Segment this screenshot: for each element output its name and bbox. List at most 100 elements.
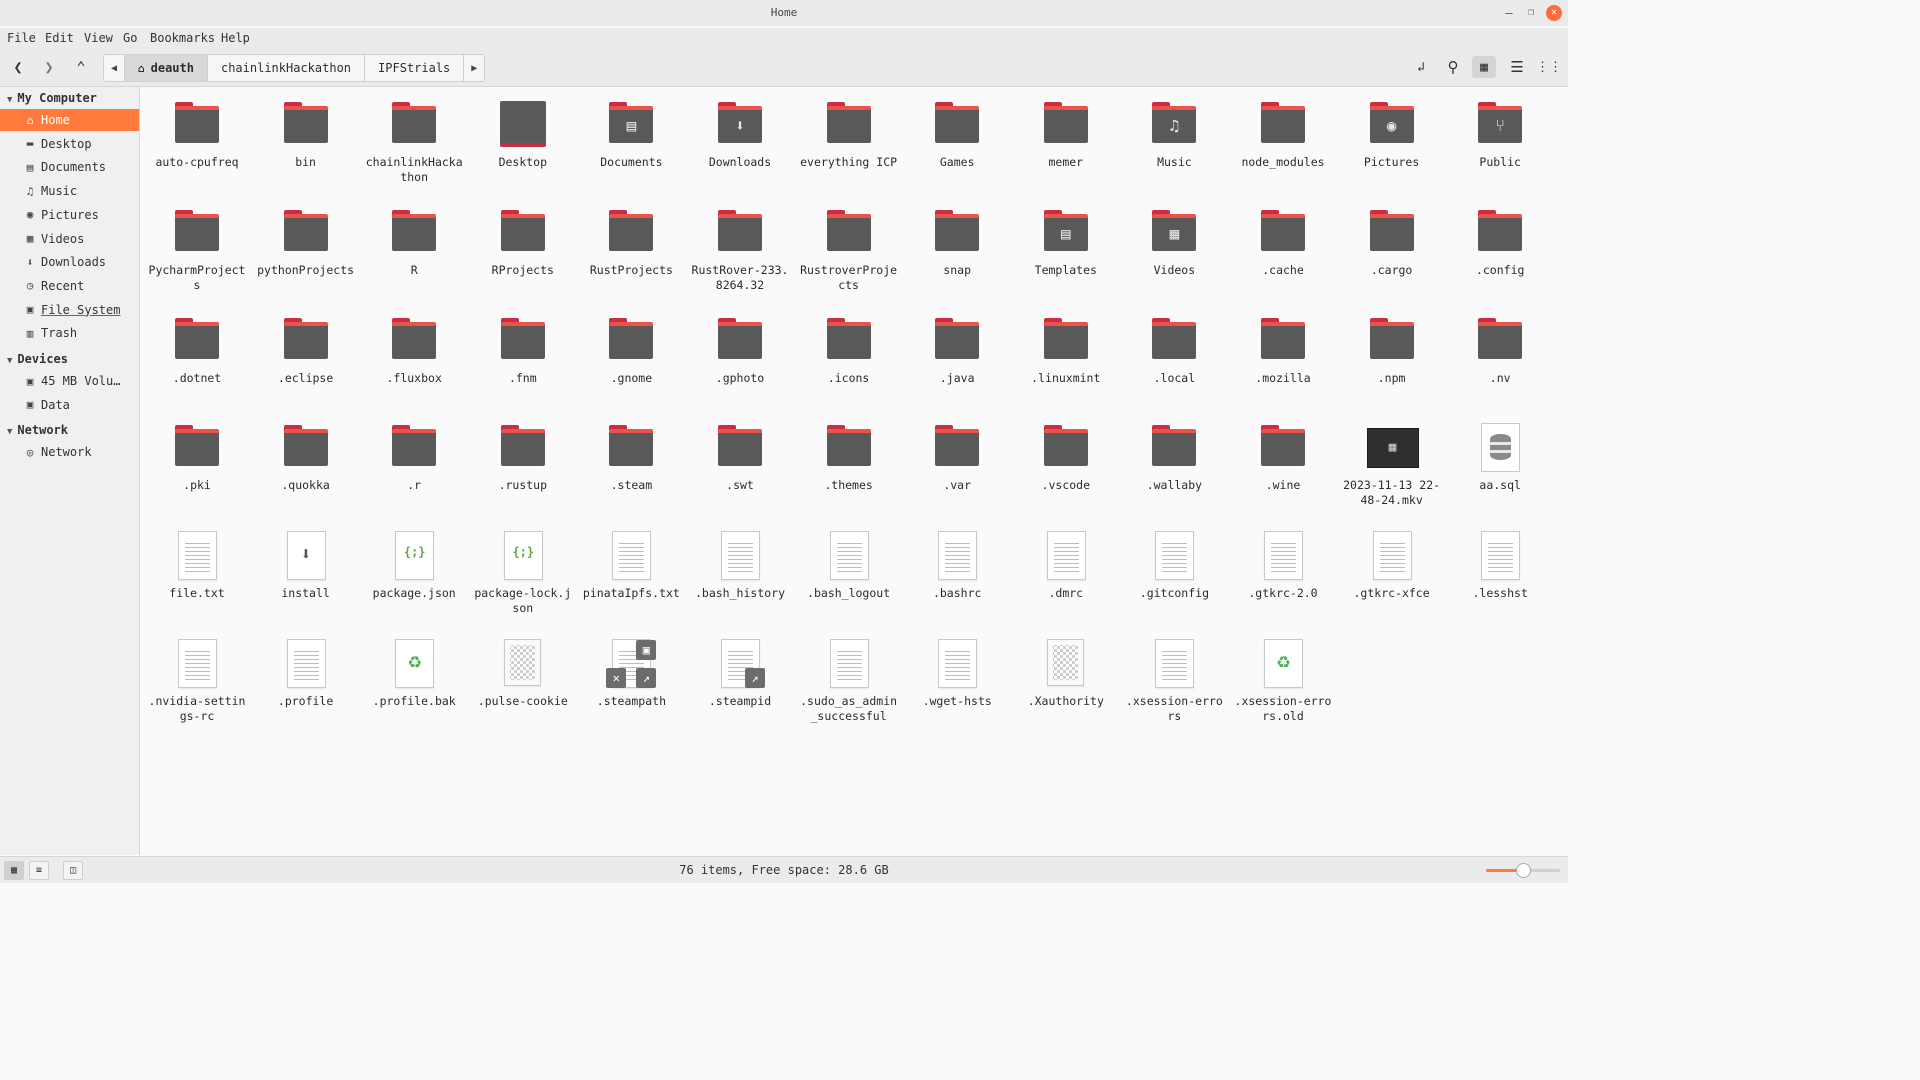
file-item-wine[interactable]: .wine: [1233, 422, 1333, 493]
file-item-xauthority[interactable]: .Xauthority: [1016, 638, 1116, 709]
file-item-swt[interactable]: .swt: [690, 422, 790, 493]
file-item-mozilla[interactable]: .mozilla: [1233, 315, 1333, 386]
file-item-profile[interactable]: .profile: [256, 638, 356, 709]
compact-view-icon[interactable]: ⋮⋮: [1536, 56, 1562, 78]
file-item-cache[interactable]: .cache: [1233, 207, 1333, 278]
file-item-chainlinkhackathon[interactable]: chainlinkHackathon: [364, 99, 464, 185]
sidebar-item-downloads[interactable]: ⬇ Downloads: [0, 251, 139, 273]
file-item-package-lock-json[interactable]: {;} package-lock.json: [473, 530, 573, 616]
file-item-bash-history[interactable]: .bash_history: [690, 530, 790, 601]
menu-file[interactable]: File: [7, 31, 36, 45]
file-item-dotnet[interactable]: .dotnet: [147, 315, 247, 386]
breadcrumb-left-arrow-icon[interactable]: ◀: [104, 55, 124, 81]
sidebar-section-my-computer[interactable]: ▼ My Computer: [7, 91, 97, 105]
sidebar-item-home[interactable]: ⌂ Home: [0, 109, 139, 131]
back-icon[interactable]: ❮: [6, 56, 30, 78]
file-item-r[interactable]: .r: [364, 422, 464, 493]
file-item-package-json[interactable]: {;} package.json: [364, 530, 464, 601]
file-item-cargo[interactable]: .cargo: [1342, 207, 1442, 278]
file-item-install[interactable]: ⬇ install: [256, 530, 356, 601]
file-item-wallaby[interactable]: .wallaby: [1124, 422, 1224, 493]
file-item-dmrc[interactable]: .dmrc: [1016, 530, 1116, 601]
up-icon[interactable]: ⌃: [69, 56, 93, 78]
file-item-fnm[interactable]: .fnm: [473, 315, 573, 386]
search-icon[interactable]: ⚲: [1441, 56, 1465, 78]
forward-icon[interactable]: ❯: [37, 56, 61, 78]
file-item-downloads[interactable]: ⬇ Downloads: [690, 99, 790, 170]
chevron-down-icon[interactable]: ▼: [7, 427, 12, 437]
file-item-games[interactable]: Games: [907, 99, 1007, 170]
file-item-node-modules[interactable]: node_modules: [1233, 99, 1333, 170]
file-item-pulse-cookie[interactable]: .pulse-cookie: [473, 638, 573, 709]
sidebar-item-pictures[interactable]: ◉ Pictures: [0, 204, 139, 226]
file-item-java[interactable]: .java: [907, 315, 1007, 386]
file-item-file-txt[interactable]: file.txt: [147, 530, 247, 601]
file-item-fluxbox[interactable]: .fluxbox: [364, 315, 464, 386]
file-item-lesshst[interactable]: .lesshst: [1450, 530, 1550, 601]
file-item-gtkrc-xfce[interactable]: .gtkrc-xfce: [1342, 530, 1442, 601]
file-item-videos[interactable]: ▦ Videos: [1124, 207, 1224, 278]
file-item-config[interactable]: .config: [1450, 207, 1550, 278]
file-item-nv[interactable]: .nv: [1450, 315, 1550, 386]
close-icon[interactable]: ✕: [1546, 5, 1562, 21]
file-item-documents[interactable]: ▤ Documents: [581, 99, 681, 170]
file-item-rustrover-233-8264-32[interactable]: RustRover-233.8264.32: [690, 207, 790, 293]
file-item-2023-11-13-22-48-24-mkv[interactable]: ▦ 2023-11-13 22-48-24.mkv: [1342, 422, 1442, 508]
file-item-rustprojects[interactable]: RustProjects: [581, 207, 681, 278]
menu-bookmarks[interactable]: Bookmarks: [150, 31, 215, 45]
file-item-themes[interactable]: .themes: [799, 422, 899, 493]
file-item-pinataipfs-txt[interactable]: pinataIpfs.txt: [581, 530, 681, 601]
menu-view[interactable]: View: [84, 31, 113, 45]
file-item-memer[interactable]: memer: [1016, 99, 1116, 170]
file-item-local[interactable]: .local: [1124, 315, 1224, 386]
file-item-templates[interactable]: ▤ Templates: [1016, 207, 1116, 278]
sidebar-item-trash[interactable]: ▥ Trash: [0, 322, 139, 344]
file-item-wget-hsts[interactable]: .wget-hsts: [907, 638, 1007, 709]
file-item-gitconfig[interactable]: .gitconfig: [1124, 530, 1224, 601]
sidebar-item-data[interactable]: ▣ Data: [0, 394, 139, 416]
list-view-icon[interactable]: ☰: [1505, 56, 1529, 78]
file-item-pictures[interactable]: ◉ Pictures: [1342, 99, 1442, 170]
file-item-icons[interactable]: .icons: [799, 315, 899, 386]
minimize-icon[interactable]: –: [1501, 5, 1517, 21]
restore-icon[interactable]: ❐: [1523, 5, 1539, 21]
breadcrumb-deauth[interactable]: ⌂ deauth: [124, 55, 207, 81]
zoom-slider[interactable]: [1486, 863, 1560, 878]
file-item-auto-cpufreq[interactable]: auto-cpufreq: [147, 99, 247, 170]
file-item-steampid[interactable]: ↗ .steampid: [690, 638, 790, 709]
sidebar-item-music[interactable]: ♫ Music: [0, 180, 139, 202]
file-item-bash-logout[interactable]: .bash_logout: [799, 530, 899, 601]
menu-edit[interactable]: Edit: [45, 31, 74, 45]
file-item-gnome[interactable]: .gnome: [581, 315, 681, 386]
file-item-xsession-errors[interactable]: .xsession-errors: [1124, 638, 1224, 724]
file-item-r[interactable]: R: [364, 207, 464, 278]
file-item-xsession-errors-old[interactable]: ♻ .xsession-errors.old: [1233, 638, 1333, 724]
breadcrumb-right-arrow-icon[interactable]: ▶: [463, 55, 484, 81]
sidebar-item-network[interactable]: ◎ Network: [0, 441, 139, 463]
file-item-nvidia-settings-rc[interactable]: .nvidia-settings-rc: [147, 638, 247, 724]
breadcrumb-ipfstrials[interactable]: IPFStrials: [364, 55, 463, 81]
file-item-pycharmprojects[interactable]: PycharmProjects: [147, 207, 247, 293]
file-item-quokka[interactable]: .quokka: [256, 422, 356, 493]
file-item-gphoto[interactable]: .gphoto: [690, 315, 790, 386]
file-item-snap[interactable]: snap: [907, 207, 1007, 278]
file-item-rustup[interactable]: .rustup: [473, 422, 573, 493]
file-item-bin[interactable]: bin: [256, 99, 356, 170]
file-item-eclipse[interactable]: .eclipse: [256, 315, 356, 386]
file-item-vscode[interactable]: .vscode: [1016, 422, 1116, 493]
sidebar-item-documents[interactable]: ▤ Documents: [0, 156, 139, 178]
sidebar-item-file-system[interactable]: ▣ File System: [0, 299, 139, 321]
menu-help[interactable]: Help: [221, 31, 250, 45]
file-item-steampath[interactable]: ↗ ▣ ✕ .steampath: [581, 638, 681, 709]
file-item-public[interactable]: ⑂ Public: [1450, 99, 1550, 170]
sidebar-item-recent[interactable]: ◷ Recent: [0, 275, 139, 297]
file-item-bashrc[interactable]: .bashrc: [907, 530, 1007, 601]
sidebar-item-45-mb-volu[interactable]: ▣ 45 MB Volu…: [0, 370, 139, 392]
sidebar-item-videos[interactable]: ▦ Videos: [0, 228, 139, 250]
chevron-down-icon[interactable]: ▼: [7, 356, 12, 366]
zoom-slider-handle[interactable]: [1516, 863, 1531, 878]
file-item-steam[interactable]: .steam: [581, 422, 681, 493]
file-item-music[interactable]: ♫ Music: [1124, 99, 1224, 170]
file-item-var[interactable]: .var: [907, 422, 1007, 493]
menu-go[interactable]: Go: [123, 31, 137, 45]
